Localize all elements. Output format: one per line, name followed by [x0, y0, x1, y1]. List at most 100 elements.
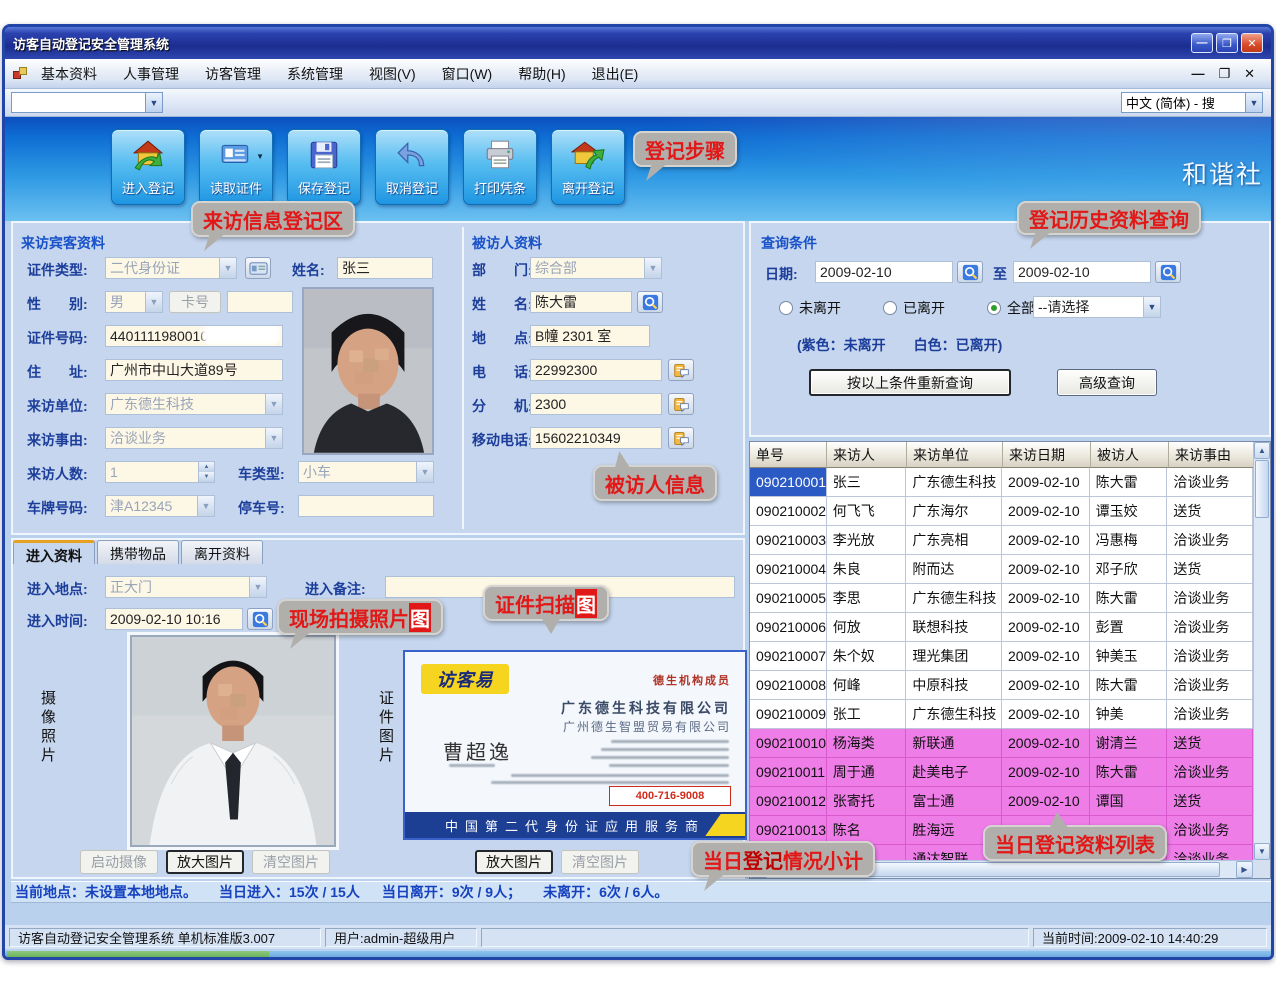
menu-item-7[interactable]: 退出(E) — [592, 64, 639, 84]
toolbar-button-label: 打印凭条 — [474, 178, 526, 197]
table-cell: 钟美玉 — [1090, 642, 1168, 671]
table-row[interactable]: 090210003李光放广东亮相2009-02-10冯惠梅洽谈业务 — [750, 526, 1253, 555]
button-cam-buttons-2[interactable]: 清空图片 — [252, 850, 330, 874]
scroll-right-icon[interactable]: ▶ — [1236, 861, 1253, 878]
close-icon[interactable]: ✕ — [1241, 33, 1263, 53]
ext-field[interactable]: 2300 — [530, 393, 662, 415]
menu-item-1[interactable]: 人事管理 — [123, 64, 179, 84]
gender-combo[interactable]: 男▼ — [105, 291, 163, 313]
table-row[interactable]: 090210004朱良附而达2009-02-10邓子欣送货 — [750, 555, 1253, 584]
scroll-down-icon[interactable]: ▼ — [1254, 843, 1270, 860]
parking-field[interactable] — [298, 495, 434, 517]
table-row[interactable]: 090210006何放联想科技2009-02-10彭置洽谈业务 — [750, 613, 1253, 642]
table-row[interactable]: 090210007朱个奴理光集团2009-02-10钟美玉洽谈业务 — [750, 642, 1253, 671]
toolbar-button-2[interactable]: 保存登记 — [287, 129, 361, 205]
search-person-button[interactable] — [637, 291, 663, 313]
scrollbar-thumb[interactable] — [1255, 460, 1269, 518]
restore-icon[interactable]: ❐ — [1216, 33, 1238, 53]
unit-combo[interactable]: 广东德生科技▼ — [105, 393, 283, 415]
reason-combo[interactable]: 洽谈业务▼ — [105, 427, 283, 449]
table-row[interactable]: 090210008何峰中原科技2009-02-10陈大雷洽谈业务 — [750, 671, 1253, 700]
column-header-2[interactable]: 来访单位 — [907, 442, 1003, 468]
table-cell: 洽谈业务 — [1167, 816, 1253, 845]
tab-1[interactable]: 携带物品 — [97, 540, 179, 564]
toolbar-button-0[interactable]: 进入登记 — [111, 129, 185, 205]
visitor-name-field[interactable]: 张三 — [337, 257, 433, 279]
toolbar-button-3[interactable]: 取消登记 — [375, 129, 449, 205]
dept-combo[interactable]: 综合部▼ — [530, 257, 662, 279]
sms-mobile-button[interactable] — [668, 427, 694, 449]
table-row[interactable]: 090210011周于通赴美电子2009-02-10陈大雷洽谈业务 — [750, 758, 1253, 787]
date-from-field[interactable]: 2009-02-10 — [815, 261, 953, 283]
table-row[interactable]: 090210010杨海类新联通2009-02-10谢清兰送货 — [750, 729, 1253, 758]
statusbar-time: 当前时间:2009-02-10 14:40:29 — [1033, 928, 1267, 947]
cartype-combo[interactable]: 小车▼ — [298, 461, 434, 483]
status-select[interactable]: --请选择▼ — [1033, 296, 1161, 318]
tab-0[interactable]: 进入资料 — [13, 540, 95, 564]
place-field[interactable]: B幢 2301 室 — [530, 325, 650, 347]
spinner-arrows-icon[interactable]: ▲▼ — [198, 462, 214, 482]
phone-field[interactable]: 22992300 — [530, 359, 662, 381]
table-row[interactable]: 090210001张三广东德生科技2009-02-10陈大雷洽谈业务 — [750, 468, 1253, 497]
button-cam-buttons-0[interactable]: 启动摄像 — [80, 850, 158, 874]
read-card-mini-button[interactable] — [245, 257, 271, 279]
chevron-down-icon[interactable]: ▼ — [1245, 93, 1262, 112]
advanced-query-button[interactable]: 高级查询 — [1057, 369, 1157, 396]
column-header-1[interactable]: 来访人 — [827, 442, 907, 468]
entry-place-combo[interactable]: 正大门▼ — [105, 576, 267, 598]
minimize-icon[interactable]: — — [1191, 33, 1213, 53]
radio-2[interactable]: 全部 — [987, 298, 1035, 318]
toolbar-button-1[interactable]: ▼读取证件 — [199, 129, 273, 205]
sms-ext-button[interactable] — [668, 393, 694, 415]
vertical-scrollbar[interactable]: ▲ ▼ — [1253, 442, 1270, 860]
button-scan-buttons-1[interactable]: 清空图片 — [561, 850, 639, 874]
table-row[interactable]: 090210009张工广东德生科技2009-02-10钟美洽谈业务 — [750, 700, 1253, 729]
entry-time-field[interactable]: 2009-02-10 10:16 — [105, 608, 243, 630]
card-number-button[interactable]: 卡号 — [169, 291, 221, 313]
mobile-field[interactable]: 15602210349 — [530, 427, 662, 449]
toolbar-button-5[interactable]: 离开登记 — [551, 129, 625, 205]
date-from-picker-button[interactable] — [957, 261, 983, 283]
menu-item-3[interactable]: 系统管理 — [287, 64, 343, 84]
table-cell: 张工 — [827, 700, 907, 729]
column-header-0[interactable]: 单号 — [750, 442, 827, 468]
menu-item-6[interactable]: 帮助(H) — [518, 64, 565, 84]
visited-name-field[interactable]: 陈大雷 — [530, 291, 632, 313]
entry-time-value: 2009-02-10 10:16 — [110, 611, 221, 627]
idno-field[interactable]: 4401111980010 — [105, 325, 283, 347]
menu-item-2[interactable]: 访客管理 — [205, 64, 261, 84]
tool-row: ▼ 中文 (简体) - 搜 ▼ — [5, 89, 1271, 117]
radio-1[interactable]: 已离开 — [883, 298, 945, 318]
entry-time-picker-button[interactable] — [247, 608, 273, 630]
column-header-3[interactable]: 来访日期 — [1003, 442, 1091, 468]
requery-button[interactable]: 按以上条件重新查询 — [809, 369, 1011, 396]
date-to-picker-button[interactable] — [1155, 261, 1181, 283]
menu-item-5[interactable]: 窗口(W) — [442, 64, 493, 84]
quick-select-combo[interactable]: ▼ — [11, 92, 163, 113]
radio-0[interactable]: 未离开 — [779, 298, 841, 318]
idtype-combo[interactable]: 二代身份证▼ — [105, 257, 237, 279]
table-row[interactable]: 090210005李思广东德生科技2009-02-10陈大雷洽谈业务 — [750, 584, 1253, 613]
mdi-close-icon[interactable]: ✕ — [1244, 66, 1255, 82]
menu-item-4[interactable]: 视图(V) — [369, 64, 416, 84]
mdi-restore-icon[interactable]: ❐ — [1218, 66, 1230, 82]
column-header-5[interactable]: 来访事由 — [1169, 442, 1255, 468]
menu-item-0[interactable]: 基本资料 — [41, 64, 97, 84]
toolbar-button-4[interactable]: 打印凭条 — [463, 129, 537, 205]
table-row[interactable]: 090210012张寄托富士通2009-02-10谭国送货 — [750, 787, 1253, 816]
button-cam-buttons-1[interactable]: 放大图片 — [166, 850, 244, 874]
address-field[interactable]: 广州市中山大道89号 — [105, 359, 283, 381]
tab-2[interactable]: 离开资料 — [181, 540, 263, 564]
sms-phone-button[interactable] — [668, 359, 694, 381]
language-bar[interactable]: 中文 (简体) - 搜 ▼ — [1121, 92, 1263, 113]
chevron-down-icon[interactable]: ▼ — [145, 93, 162, 112]
plate-combo[interactable]: 津A12345▼ — [105, 495, 215, 517]
column-header-4[interactable]: 被访人 — [1091, 442, 1169, 468]
mdi-minimize-icon[interactable]: — — [1191, 66, 1204, 82]
date-to-field[interactable]: 2009-02-10 — [1013, 261, 1151, 283]
card-number-field[interactable] — [227, 291, 293, 313]
button-scan-buttons-0[interactable]: 放大图片 — [475, 850, 553, 874]
count-spinner[interactable]: 1▲▼ — [105, 461, 215, 483]
scroll-up-icon[interactable]: ▲ — [1254, 442, 1270, 459]
table-row[interactable]: 090210002何飞飞广东海尔2009-02-10谭玉姣送货 — [750, 497, 1253, 526]
